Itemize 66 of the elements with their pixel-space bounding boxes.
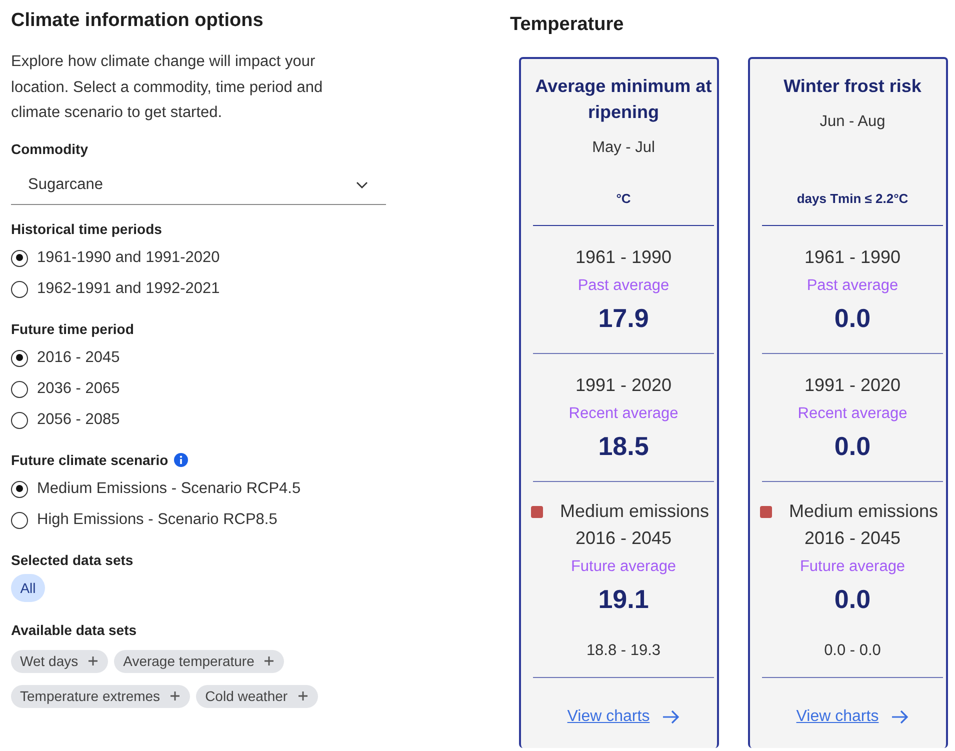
period-value: 18.5 bbox=[597, 431, 650, 462]
plus-icon bbox=[298, 691, 308, 701]
group-label: Historical time periods bbox=[11, 220, 162, 236]
value-range: 0.0 - 0.0 bbox=[823, 642, 882, 660]
radio-option[interactable]: 2056 - 2085 bbox=[11, 404, 120, 436]
dataset-chip[interactable]: Wet days bbox=[11, 650, 108, 672]
radio-option[interactable]: 2016 - 2045 bbox=[11, 342, 120, 374]
period-years: 2016 - 2045 bbox=[803, 528, 902, 549]
radio-button[interactable] bbox=[11, 480, 28, 498]
period-caption: Past average bbox=[576, 277, 670, 295]
unit-label: days Tmin ≤ 2.2°C bbox=[762, 191, 943, 226]
period-value: 19.1 bbox=[597, 584, 650, 615]
month-range: Jun - Aug bbox=[818, 113, 886, 131]
month-range: May - Jul bbox=[591, 139, 656, 157]
view-charts-link[interactable]: View charts bbox=[796, 708, 879, 726]
period-value: 0.0 bbox=[833, 431, 872, 462]
group-label: Future climate scenario bbox=[11, 452, 168, 468]
period-years: 1961 - 1990 bbox=[574, 247, 673, 268]
period-value: 0.0 bbox=[833, 303, 872, 334]
view-charts-link[interactable]: View charts bbox=[567, 708, 650, 726]
group-label: Future time period bbox=[11, 320, 134, 336]
period-years: 2016 - 2045 bbox=[574, 528, 673, 549]
radio-button[interactable] bbox=[11, 350, 28, 366]
field-label: Available data sets bbox=[11, 622, 138, 638]
unit-label: °C bbox=[533, 191, 714, 226]
radio-option[interactable]: 2036 - 2065 bbox=[11, 374, 120, 404]
period-value: 0.0 bbox=[833, 584, 872, 615]
period-years: 1991 - 2020 bbox=[574, 375, 673, 396]
field-label: Commodity bbox=[11, 140, 89, 156]
chevron-down-icon bbox=[356, 180, 368, 188]
period-years: 1991 - 2020 bbox=[803, 375, 902, 396]
radio-button[interactable] bbox=[11, 412, 28, 428]
dataset-chip[interactable]: Average temperature bbox=[114, 650, 284, 672]
intro-text: Explore how climate change will impact your location. Select a commodity, time period and climate scenario to get started. bbox=[11, 52, 324, 123]
dataset-chip[interactable]: Temperature extremes bbox=[11, 684, 190, 708]
selected-chip[interactable]: All bbox=[11, 574, 45, 602]
scenario-name: Medium emissions bbox=[788, 501, 938, 522]
period-caption: Future average bbox=[570, 558, 678, 576]
dataset-chip[interactable]: Cold weather bbox=[196, 684, 318, 708]
period-years: 1961 - 1990 bbox=[803, 247, 902, 268]
commodity-select[interactable]: Sugarcane bbox=[11, 166, 386, 204]
radio-button[interactable] bbox=[11, 250, 28, 266]
card-title: Average minimum at ripening bbox=[534, 75, 713, 124]
period-value: 17.9 bbox=[597, 303, 650, 334]
scenario-name: Medium emissions bbox=[560, 501, 710, 522]
radio-option[interactable]: 1962-1991 and 1992-2021 bbox=[11, 274, 220, 304]
arrow-right-icon bbox=[662, 710, 680, 724]
field-label: Selected data sets bbox=[11, 552, 134, 568]
plus-icon bbox=[170, 691, 180, 701]
panel-title: Climate information options bbox=[11, 10, 264, 32]
period-caption: Past average bbox=[806, 277, 900, 295]
radio-button[interactable] bbox=[11, 280, 28, 298]
period-caption: Future average bbox=[798, 558, 906, 576]
arrow-right-icon bbox=[890, 710, 909, 724]
period-caption: Recent average bbox=[568, 405, 680, 423]
plus-icon bbox=[88, 656, 98, 666]
plus-icon bbox=[264, 656, 274, 666]
radio-option[interactable]: Medium Emissions - Scenario RCP4.5 bbox=[11, 474, 301, 504]
radio-button[interactable] bbox=[11, 512, 28, 528]
radio-option[interactable]: 1961-1990 and 1991-2020 bbox=[11, 242, 220, 274]
value-range: 18.8 - 19.3 bbox=[585, 642, 662, 660]
radio-option[interactable]: High Emissions - Scenario RCP8.5 bbox=[11, 504, 278, 536]
radio-button[interactable] bbox=[11, 380, 28, 398]
card-title: Winter frost risk bbox=[782, 75, 922, 98]
section-title: Temperature bbox=[510, 14, 625, 36]
period-caption: Recent average bbox=[796, 405, 908, 423]
